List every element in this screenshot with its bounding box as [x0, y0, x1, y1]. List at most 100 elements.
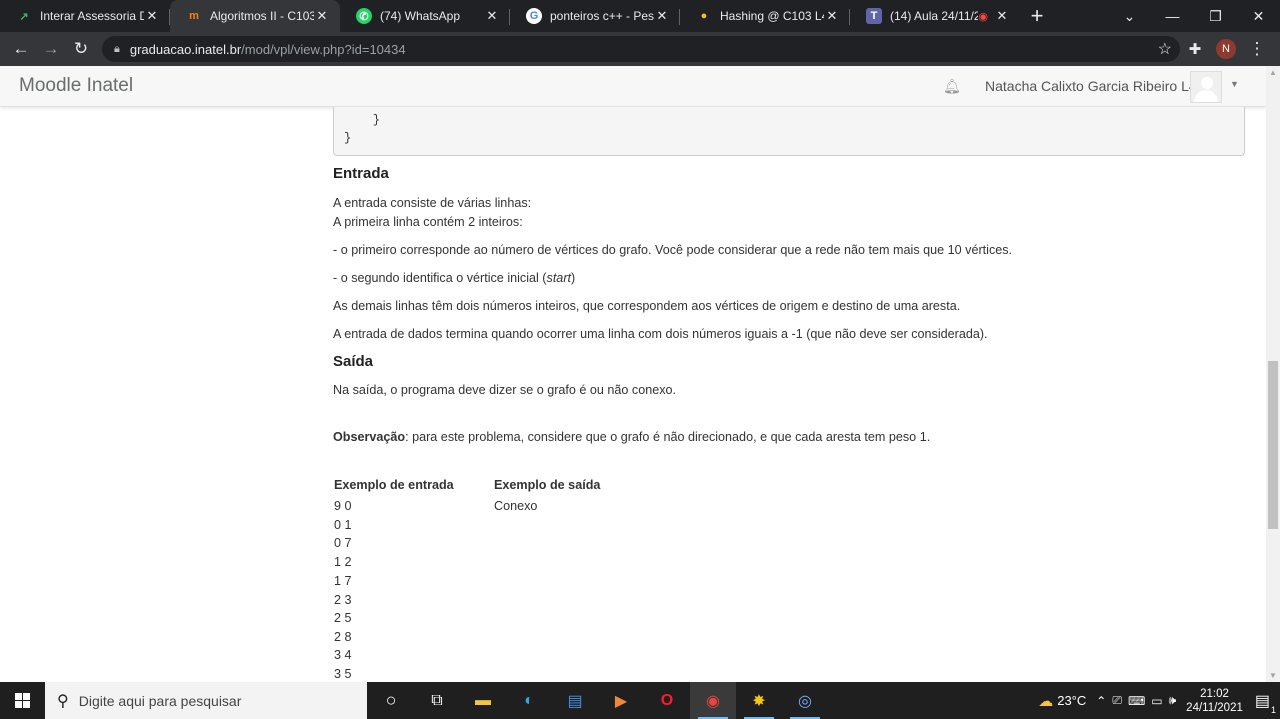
taskbar-clock[interactable]: 21:02 24/11/2021 — [1186, 687, 1243, 715]
paragraph: A entrada de dados termina quando ocorre… — [333, 327, 988, 341]
search-icon: ⚲ — [57, 692, 69, 710]
close-tab-icon[interactable]: ✕ — [484, 8, 500, 24]
notification-bell-icon[interactable]: 🔔︎ — [943, 78, 961, 95]
teams-favicon: T — [866, 8, 882, 24]
user-menu-caret-icon[interactable]: ▼ — [1230, 79, 1239, 89]
extensions-icon[interactable]: ✚ — [1180, 34, 1210, 64]
tab-interar[interactable]: ↗ Interar Assessoria De I ✕ — [0, 0, 170, 32]
assignment-description: } } Entrada A entrada consiste de várias… — [0, 107, 1266, 682]
moodle-favicon: m — [189, 10, 199, 22]
code-block: } } — [333, 107, 1245, 156]
paragraph: - o primeiro corresponde ao número de vé… — [333, 243, 1013, 257]
url-path: /mod/vpl/view.php?id=10434 — [241, 41, 406, 57]
google-favicon: G — [526, 8, 542, 24]
opera-icon[interactable]: O — [644, 682, 690, 719]
scroll-up-icon[interactable]: ▲ — [1269, 68, 1277, 77]
close-tab-icon[interactable]: ✕ — [654, 8, 670, 24]
interar-favicon: ↗ — [19, 10, 29, 23]
url-host: graduacao.inatel.br — [129, 41, 242, 57]
tab-title: ponteiros c++ - Pesqu — [550, 9, 654, 23]
browser-tab-strip: ↗ Interar Assessoria De I ✕ m Algoritmos… — [0, 0, 1280, 32]
browser-menu-icon[interactable]: ⋮ — [1242, 34, 1272, 64]
tab-google-search[interactable]: G ponteiros c++ - Pesqu ✕ — [510, 0, 680, 32]
saida-heading: Saída — [333, 353, 374, 370]
back-icon[interactable]: ← — [6, 34, 36, 64]
example-output-line: Conexo — [494, 499, 538, 513]
media-player-icon[interactable]: ▶ — [598, 682, 644, 719]
file-explorer-icon[interactable]: ▬ — [460, 682, 506, 719]
meet-now-icon[interactable]: ⎚ — [1112, 693, 1122, 708]
network-icon[interactable]: ▭ — [1151, 694, 1162, 708]
browser-toolbar: ← → ↻ 🔒︎ graduacao.inatel.br/mod/vpl/vie… — [0, 32, 1280, 66]
paragraph: A primeira linha contém 2 inteiros: — [333, 215, 523, 229]
app-icon[interactable]: ✸ — [736, 682, 782, 719]
restore-icon[interactable]: ❐ — [1194, 0, 1237, 32]
close-tab-icon[interactable]: ✕ — [994, 8, 1010, 24]
minimize-icon[interactable]: — — [1151, 0, 1194, 32]
example-input-line: 1 2 — [334, 555, 352, 569]
moodle-navbar: Moodle Inatel 🔔︎ Natacha Calixto Garcia … — [0, 66, 1266, 107]
tab-algoritmos[interactable]: m Algoritmos II - C103-L ✕ — [170, 0, 340, 32]
paragraph: A entrada consiste de várias linhas: — [333, 196, 532, 210]
close-tab-icon[interactable]: ✕ — [824, 8, 840, 24]
notification-count: 1 — [1270, 704, 1276, 715]
windows-start-icon[interactable] — [0, 682, 45, 719]
clock-date: 24/11/2021 — [1186, 701, 1243, 714]
entrada-heading: Entrada — [333, 165, 389, 182]
example-input-line: 2 5 — [334, 611, 352, 625]
cortana-icon[interactable]: ○ — [368, 682, 414, 719]
site-brand[interactable]: Moodle Inatel — [19, 75, 133, 97]
tab-teams-aula[interactable]: T (14) Aula 24/11/2 ◉ ✕ — [850, 0, 1020, 32]
app-icon[interactable]: ◎ — [782, 682, 828, 719]
scroll-down-icon[interactable]: ▼ — [1269, 671, 1277, 680]
scrollbar-thumb[interactable] — [1268, 361, 1278, 529]
example-input-line: 3 5 — [334, 667, 352, 681]
example-input-line: 2 8 — [334, 630, 352, 644]
example-input-line: 2 3 — [334, 593, 352, 607]
user-avatar[interactable] — [1190, 71, 1222, 103]
paragraph: Na saída, o programa deve dizer se o gra… — [333, 383, 677, 397]
task-view-icon[interactable]: ⧉ — [414, 682, 460, 719]
example-input-line: 3 4 — [334, 648, 352, 662]
word-doc-icon[interactable]: ▤ — [552, 682, 598, 719]
keyboard-icon[interactable]: ⌨ — [1128, 694, 1145, 708]
tab-title: (14) Aula 24/11/2 — [890, 9, 979, 23]
windows-taskbar: ⚲ Digite aqui para pesquisar ○ ⧉ ▬ ◐ ▤ ▶… — [0, 682, 1280, 719]
example-input-line: 0 7 — [334, 536, 352, 550]
show-hidden-icons-icon[interactable]: ⌃ — [1096, 694, 1106, 708]
search-placeholder: Digite aqui para pesquisar — [78, 692, 242, 709]
lock-icon: 🔒︎ — [114, 42, 120, 55]
example-output-header: Exemplo de saída — [494, 478, 601, 492]
page-scrollbar[interactable]: ▲ ▼ — [1266, 66, 1280, 682]
address-bar[interactable]: 🔒︎ graduacao.inatel.br/mod/vpl/view.php?… — [102, 36, 1180, 62]
weather-temp[interactable]: 23°C — [1057, 693, 1086, 708]
notification-center-icon[interactable]: ▤ 1 — [1255, 691, 1276, 715]
example-input-line: 0 1 — [334, 518, 352, 532]
tab-title: Interar Assessoria De I — [40, 9, 144, 23]
tab-hashing[interactable]: ● Hashing @ C103 L4 - ✕ — [680, 0, 850, 32]
forward-icon[interactable]: → — [36, 34, 66, 64]
edge-icon[interactable]: ◐ — [506, 682, 552, 719]
example-input-line: 9 0 — [334, 499, 352, 513]
bookmark-star-icon[interactable]: ☆ — [1158, 39, 1172, 59]
tab-whatsapp[interactable]: ✆ (74) WhatsApp ✕ — [340, 0, 510, 32]
close-tab-icon[interactable]: ✕ — [144, 8, 160, 24]
tab-title: Algoritmos II - C103-L — [210, 9, 314, 23]
recording-icon: ◉ — [978, 10, 988, 23]
new-tab-button[interactable]: + — [1020, 0, 1054, 32]
paragraph: As demais linhas têm dois números inteir… — [333, 299, 961, 313]
example-input-line: 1 7 — [334, 574, 352, 588]
example-input-header: Exemplo de entrada — [334, 478, 454, 492]
reload-icon[interactable]: ↻ — [66, 34, 96, 64]
weather-icon[interactable]: ☁ — [1038, 692, 1053, 710]
taskbar-search-box[interactable]: ⚲ Digite aqui para pesquisar — [45, 682, 367, 719]
close-tab-icon[interactable]: ✕ — [314, 8, 330, 24]
chrome-icon[interactable]: ◉ — [690, 682, 736, 719]
whatsapp-favicon: ✆ — [356, 8, 372, 24]
tab-title: (74) WhatsApp — [380, 9, 461, 23]
volume-icon[interactable]: 🕪︎ — [1169, 693, 1177, 708]
tab-search-icon[interactable]: ⌄ — [1108, 0, 1151, 32]
close-window-icon[interactable]: ✕ — [1237, 0, 1280, 32]
user-name[interactable]: Natacha Calixto Garcia Ribeiro L4 — [985, 78, 1197, 94]
profile-avatar[interactable]: N — [1216, 39, 1236, 59]
